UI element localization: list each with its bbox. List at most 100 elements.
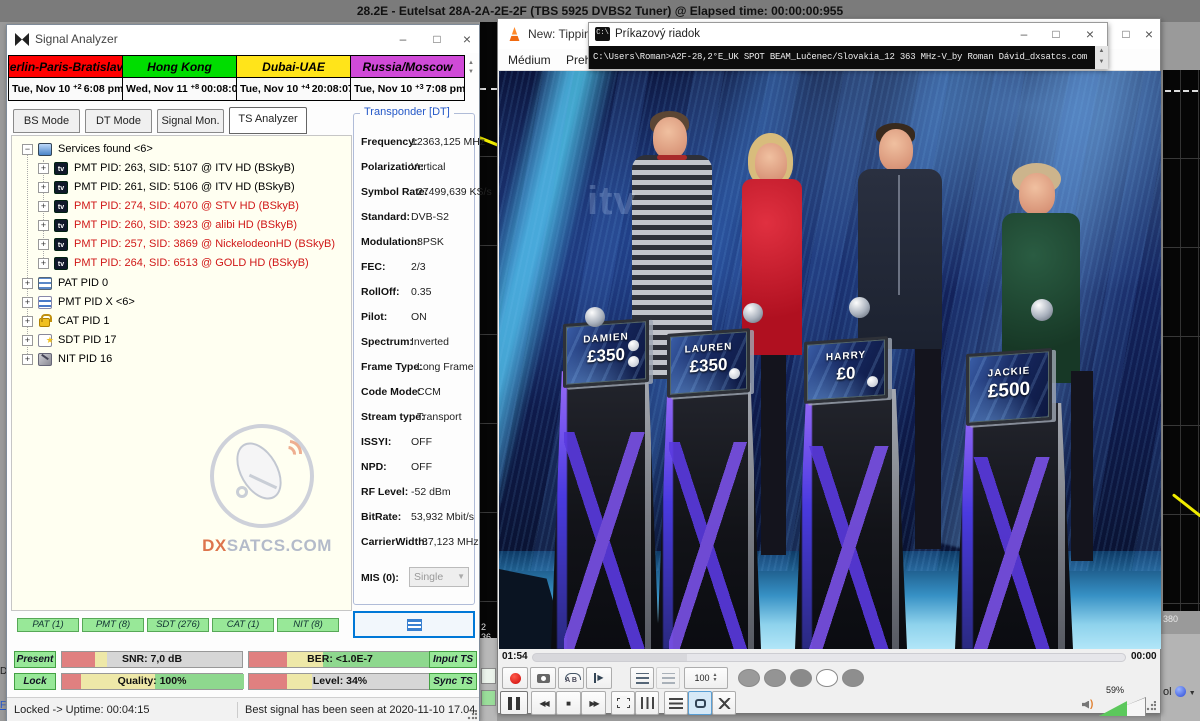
seek-bar[interactable] [532, 653, 1126, 662]
oval-toggle[interactable] [790, 669, 812, 687]
dropdown-arrow-icon[interactable]: ▼ [1189, 690, 1196, 697]
collar [657, 155, 687, 160]
close-icon[interactable]: × [1138, 23, 1160, 45]
scroll-up-icon[interactable]: ▲ [1095, 46, 1108, 57]
expand-icon[interactable]: + [22, 335, 33, 346]
cmd-scrollbar[interactable]: ▲ ▼ [1095, 46, 1108, 69]
input-ts-button[interactable]: Input TS [429, 651, 477, 668]
head [653, 117, 687, 159]
oval-toggle[interactable] [816, 669, 838, 687]
tree-item-pat[interactable]: + PAT PID 0 [12, 274, 351, 293]
volume-slider[interactable] [1098, 697, 1146, 717]
tree-item-service[interactable]: + tv PMT PID: 264, SID: 6513 @ GOLD HD (… [12, 254, 351, 273]
expand-icon[interactable]: + [38, 220, 49, 231]
minimize-icon[interactable]: – [1011, 23, 1037, 45]
close-icon[interactable]: × [1077, 23, 1103, 45]
scroll-down-icon[interactable]: ▼ [1095, 57, 1108, 68]
frame-by-frame-button[interactable]: ▶ [586, 667, 612, 689]
oval-toggle[interactable] [842, 669, 864, 687]
tree-item-cat[interactable]: + CAT PID 1 [12, 312, 351, 331]
next-button[interactable]: ▶▶ [581, 691, 606, 715]
expand-icon[interactable]: + [22, 297, 33, 308]
tree-item-label[interactable]: PMT PID X <6> [58, 293, 135, 312]
close-icon[interactable]: × [455, 28, 479, 50]
pat-button[interactable]: PAT (1) [17, 618, 79, 632]
playlist-button[interactable] [630, 667, 654, 689]
speed-spinner[interactable]: 100 ▲▼ [684, 667, 728, 689]
extended-panel-button[interactable] [656, 667, 680, 689]
tree-item-label[interactable]: PMT PID: 264, SID: 6513 @ GOLD HD (BSkyB… [74, 254, 309, 273]
tree-item-service[interactable]: + tv PMT PID: 263, SID: 5107 @ ITV HD (B… [12, 159, 351, 178]
tree-item-label[interactable]: PMT PID: 257, SID: 3869 @ NickelodeonHD … [74, 235, 335, 254]
tree-item-services-root[interactable]: − Services found <6> [12, 140, 351, 159]
tree-item-label[interactable]: PAT PID 0 [58, 274, 108, 293]
minimize-icon[interactable]: – [389, 28, 417, 50]
tree-item-label[interactable]: Services found <6> [58, 140, 153, 159]
sdt-button[interactable]: SDT (276) [147, 618, 209, 632]
tree-item-label[interactable]: SDT PID 17 [58, 331, 117, 350]
record-button[interactable] [502, 667, 528, 689]
cat-button[interactable]: CAT (1) [212, 618, 274, 632]
resize-grip[interactable] [1146, 701, 1156, 711]
tree-item-service[interactable]: + tv PMT PID: 261, SID: 5106 @ ITV HD (B… [12, 178, 351, 197]
tree-item-pmt-x[interactable]: + PMT PID X <6> [12, 293, 351, 312]
tree-item-label[interactable]: PMT PID: 274, SID: 4070 @ STV HD (BSkyB) [74, 197, 299, 216]
tree-item-nit[interactable]: + NIT PID 16 [12, 350, 351, 369]
expand-icon[interactable]: + [38, 258, 49, 269]
shuffle-icon [718, 698, 731, 709]
expand-icon[interactable]: + [38, 182, 49, 193]
signal-analyzer-titlebar[interactable]: Signal Analyzer – □ × [7, 25, 479, 53]
sync-ts-button[interactable]: Sync TS [429, 673, 477, 690]
oval-toggle[interactable] [764, 669, 786, 687]
video-area[interactable]: DAMIEN £350 LAUREN £350 HARRY £0 JACKIE … [499, 71, 1161, 649]
cmd-prompt-line[interactable]: C:\Users\Roman>A2F-28,2°E_UK SPOT BEAM_L… [589, 46, 1095, 69]
expand-icon[interactable]: + [22, 316, 33, 327]
tree-item-label[interactable]: PMT PID: 261, SID: 5106 @ ITV HD (BSkyB) [74, 178, 295, 197]
maximize-icon[interactable]: □ [423, 28, 451, 50]
spin-up-icon[interactable]: ▲ [465, 59, 477, 68]
snapshot-button[interactable] [530, 667, 556, 689]
tree-item-label[interactable]: CAT PID 1 [58, 312, 110, 331]
menu-medium[interactable]: Médium [502, 49, 557, 71]
cmd-titlebar[interactable]: C:\ Príkazový riadok – □ × [589, 23, 1107, 46]
timezone-offset: +4 [301, 82, 310, 91]
ts-detail-button[interactable] [353, 611, 475, 638]
mis-select[interactable]: Single▼ [409, 567, 469, 587]
equalizer-button[interactable] [635, 691, 659, 715]
tab-ts-analyzer[interactable]: TS Analyzer (OK) [229, 107, 307, 134]
fullscreen-button[interactable] [611, 691, 635, 715]
timezone-spinner[interactable]: ▲ ▼ [465, 59, 477, 99]
tree-item-service[interactable]: + tv PMT PID: 274, SID: 4070 @ STV HD (B… [12, 197, 351, 216]
maximize-icon[interactable]: □ [1114, 23, 1138, 45]
tab-signal-mon[interactable]: Signal Mon. [157, 109, 224, 133]
maximize-icon[interactable]: □ [1043, 23, 1069, 45]
collapse-icon[interactable]: − [22, 144, 33, 155]
expand-icon[interactable]: + [22, 354, 33, 365]
playlist-toggle-button[interactable] [664, 691, 688, 715]
expand-icon[interactable]: + [22, 278, 33, 289]
expand-icon[interactable]: + [38, 239, 49, 250]
stop-button[interactable]: ■ [556, 691, 581, 715]
tree-item-label[interactable]: PMT PID: 263, SID: 5107 @ ITV HD (BSkyB) [74, 159, 295, 178]
spin-down-icon[interactable]: ▼ [713, 678, 718, 683]
nit-button[interactable]: NIT (8) [277, 618, 339, 632]
background-control[interactable]: ol ▼ [1163, 686, 1196, 698]
oval-toggle[interactable] [738, 669, 760, 687]
tab-bs-mode[interactable]: BS Mode [13, 109, 80, 133]
tree-item-sdt[interactable]: + SDT PID 17 [12, 331, 351, 350]
ab-loop-button[interactable]: A B [558, 667, 584, 689]
loop-button[interactable] [688, 691, 712, 715]
tab-dt-mode[interactable]: DT Mode [85, 109, 152, 133]
tree-item-service[interactable]: + tv PMT PID: 257, SID: 3869 @ Nickelode… [12, 235, 351, 254]
spin-down-icon[interactable]: ▼ [465, 68, 477, 77]
expand-icon[interactable]: + [38, 163, 49, 174]
resize-grip[interactable] [467, 710, 477, 720]
tree-item-label[interactable]: PMT PID: 260, SID: 3923 @ alibi HD (BSky… [74, 216, 297, 235]
pmt-button[interactable]: PMT (8) [82, 618, 144, 632]
pause-button[interactable] [500, 691, 528, 715]
previous-button[interactable]: ◀◀ [531, 691, 556, 715]
shuffle-button[interactable] [712, 691, 736, 715]
expand-icon[interactable]: + [38, 201, 49, 212]
tree-item-label[interactable]: NIT PID 16 [58, 350, 112, 369]
tree-item-service[interactable]: + tv PMT PID: 260, SID: 3923 @ alibi HD … [12, 216, 351, 235]
